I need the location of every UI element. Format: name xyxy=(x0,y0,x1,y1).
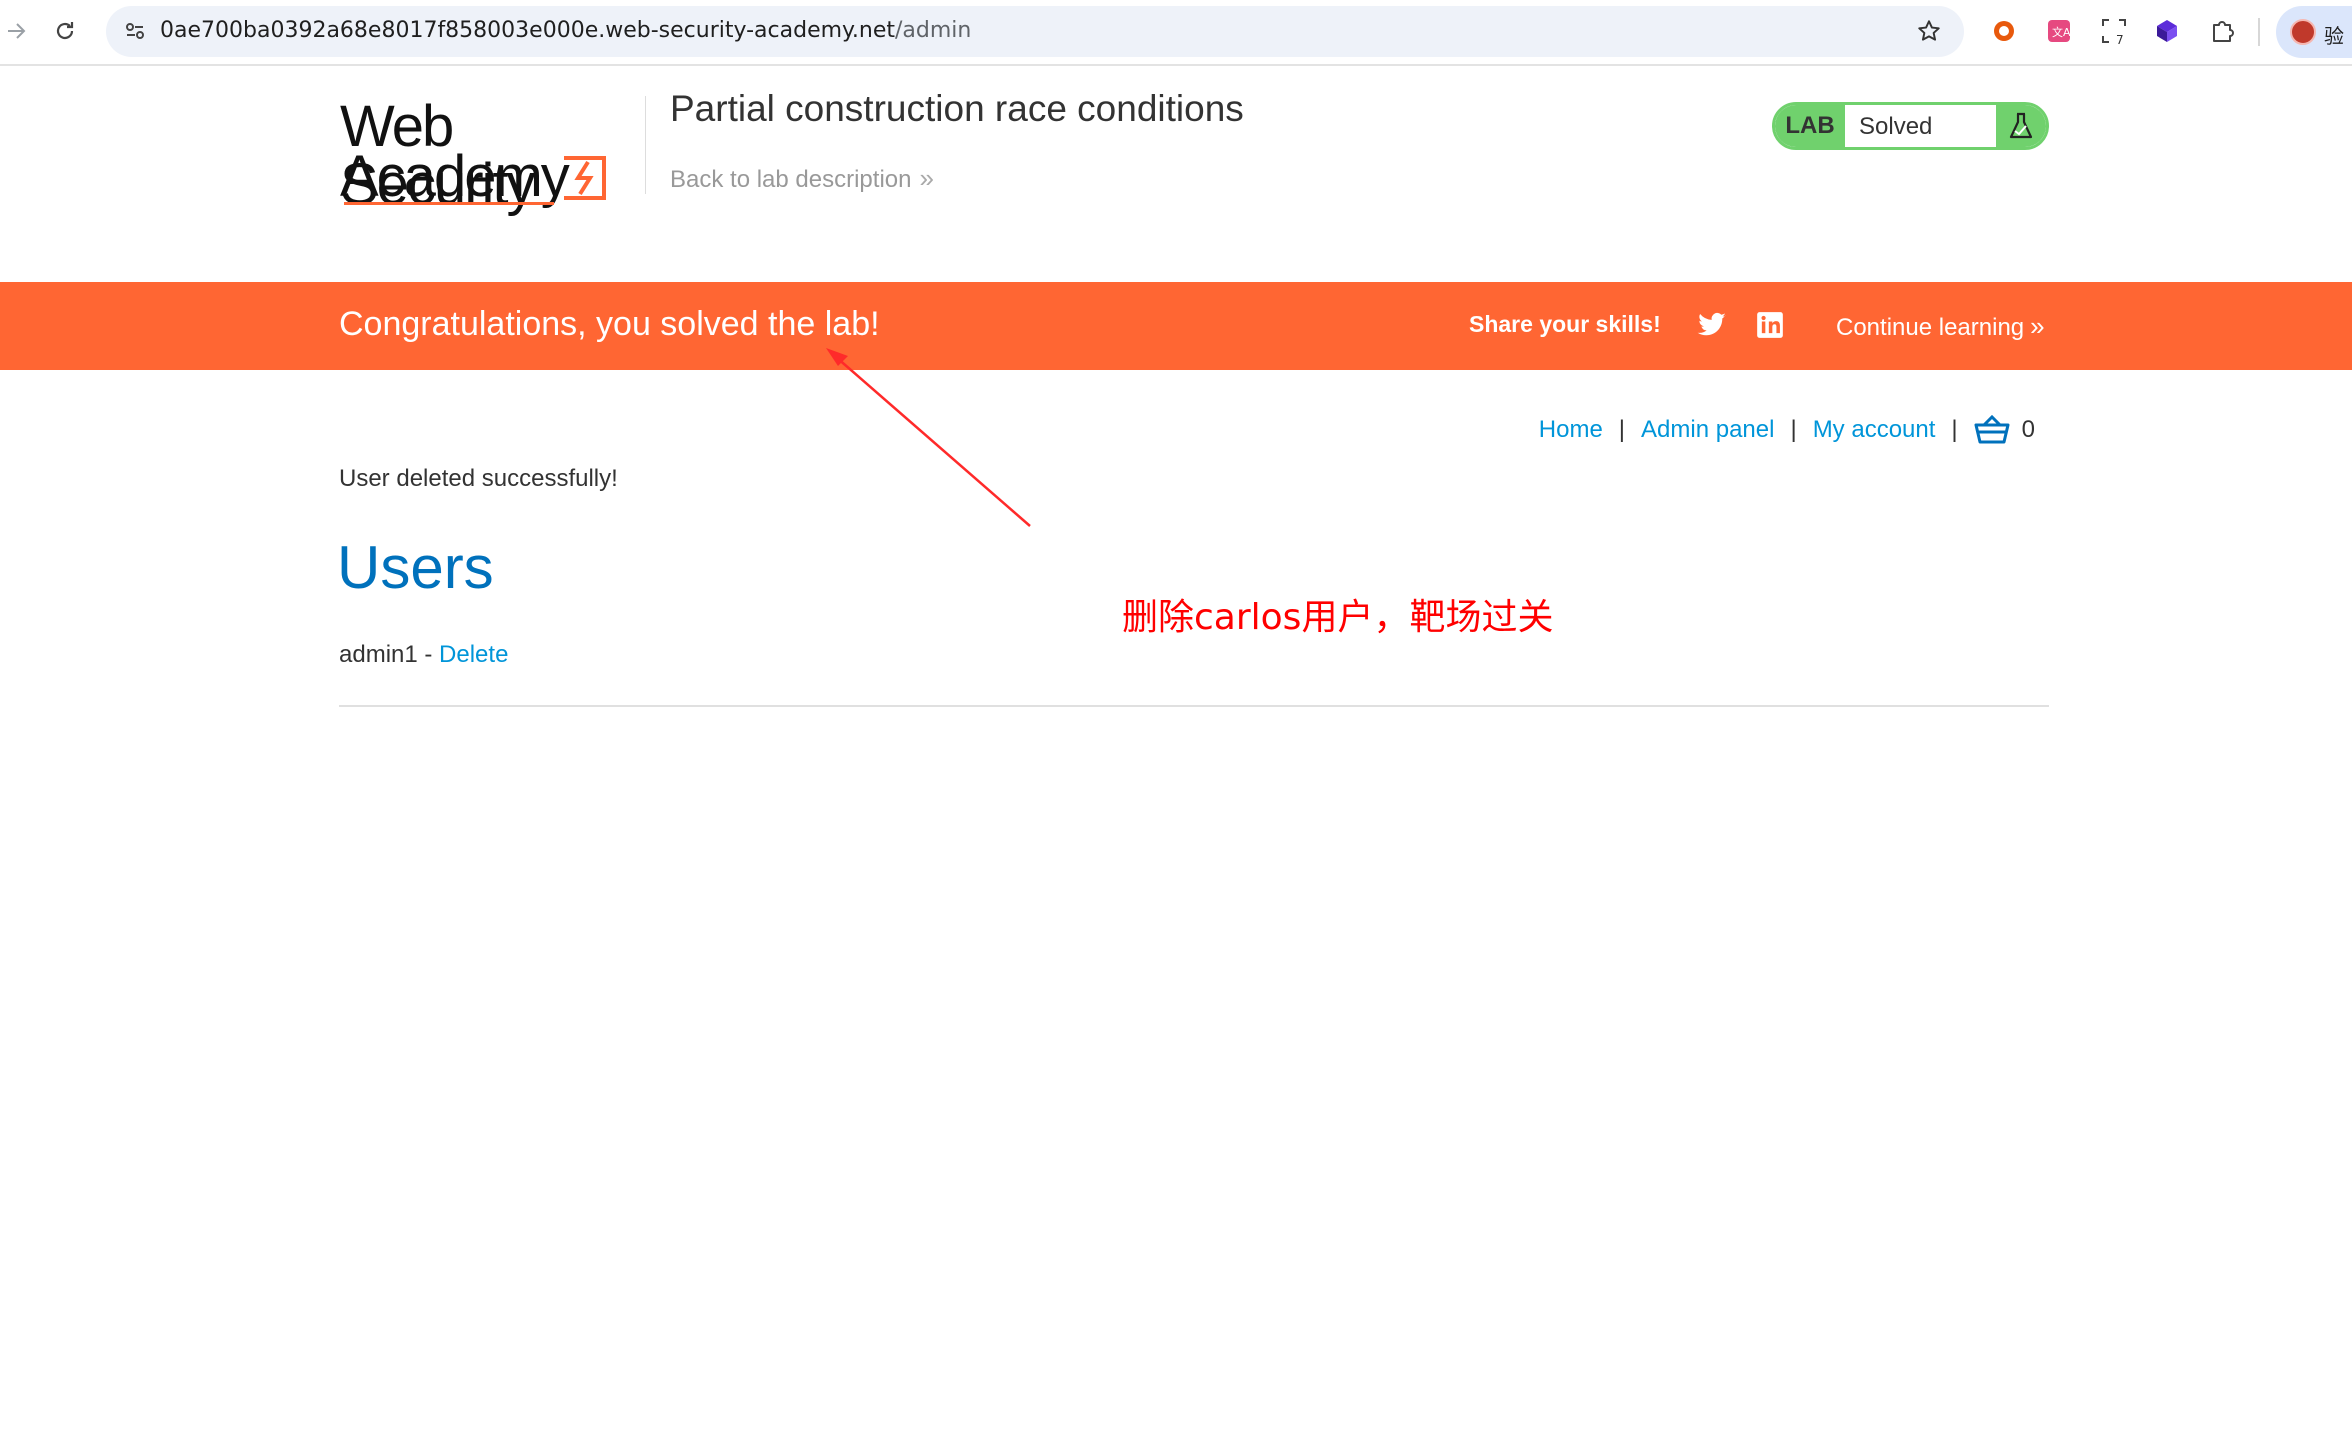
site-info-icon[interactable] xyxy=(118,14,152,48)
lab-status-widget: LAB Solved xyxy=(1772,102,2049,150)
nav-separator: | xyxy=(1618,416,1626,443)
back-to-lab-description-link[interactable]: Back to lab description » xyxy=(670,163,934,194)
nav-admin-panel-link[interactable]: Admin panel xyxy=(1641,416,1774,444)
nav-separator: | xyxy=(1790,416,1797,443)
user-separator: - xyxy=(417,641,440,668)
url-path: /admin xyxy=(895,18,972,43)
nav-my-account-link[interactable]: My account xyxy=(1813,416,1936,444)
svg-text:文A: 文A xyxy=(2052,25,2071,39)
cube-extension-icon[interactable] xyxy=(2150,14,2184,48)
profile-label: 验 xyxy=(2324,24,2344,48)
nav-separator: | xyxy=(1951,416,1958,443)
avatar xyxy=(2290,19,2316,45)
cart-icon[interactable] xyxy=(1974,414,2010,446)
twitter-icon[interactable] xyxy=(1695,308,1729,342)
user-name: admin1 xyxy=(339,641,418,668)
annotation-text: 删除carlos用户，靶场过关 xyxy=(1122,597,1554,638)
back-link-label: Back to lab description xyxy=(670,166,912,193)
top-navigation: Home | Admin panel | My account | 0 xyxy=(1539,414,2035,446)
list-item: admin1 - Delete xyxy=(339,641,508,669)
page-title: Users xyxy=(337,534,494,601)
congratulations-message: Congratulations, you solved the lab! xyxy=(339,305,880,343)
url-text[interactable]: 0ae700ba0392a68e8017f858003e000e.web-sec… xyxy=(160,18,971,43)
header-divider xyxy=(645,96,646,194)
linkedin-icon[interactable] xyxy=(1753,308,1787,342)
star-icon[interactable] xyxy=(1912,14,1946,48)
toolbar-divider xyxy=(2258,18,2260,46)
solved-banner: Congratulations, you solved the lab! Sha… xyxy=(0,282,2352,370)
web-security-academy-logo[interactable]: Web Security Academy xyxy=(340,94,640,214)
url-host: 0ae700ba0392a68e8017f858003e000e.web-sec… xyxy=(160,18,896,43)
extension-badge: 7 xyxy=(2116,33,2124,46)
logo-bolt-icon xyxy=(564,156,606,200)
record-extension-icon[interactable] xyxy=(1987,14,2021,48)
double-chevron-right-icon: » xyxy=(919,163,934,193)
reload-icon[interactable] xyxy=(48,14,82,48)
continue-learning-label: Continue learning xyxy=(1836,314,2025,341)
lab-title: Partial construction race conditions xyxy=(670,88,1244,129)
nav-home-link[interactable]: Home xyxy=(1539,416,1603,444)
double-chevron-right-icon: » xyxy=(2030,311,2045,341)
share-skills-label: Share your skills! xyxy=(1469,311,1661,337)
lab-tag: LAB xyxy=(1775,105,1845,147)
delete-user-link[interactable]: Delete xyxy=(439,641,508,668)
profile-button[interactable]: 验 xyxy=(2276,6,2352,58)
logo-underline xyxy=(344,202,554,205)
status-message: User deleted successfully! xyxy=(339,465,618,492)
logo-line2: Academy xyxy=(340,144,570,209)
browser-toolbar: 0ae700ba0392a68e8017f858003e000e.web-sec… xyxy=(0,0,2352,66)
address-bar[interactable]: 0ae700ba0392a68e8017f858003e000e.web-sec… xyxy=(106,6,1964,57)
forward-icon[interactable] xyxy=(0,14,34,48)
screenshot-extension-icon[interactable]: 7 xyxy=(2097,14,2131,48)
puzzle-extensions-icon[interactable] xyxy=(2205,14,2239,48)
continue-learning-link[interactable]: Continue learning» xyxy=(1836,311,2045,342)
cart-count: 0 xyxy=(2021,416,2035,443)
flask-icon xyxy=(1996,105,2046,147)
divider xyxy=(339,705,2049,707)
translate-extension-icon[interactable]: 文A xyxy=(2042,14,2076,48)
lab-status-text: Solved xyxy=(1859,113,1933,140)
